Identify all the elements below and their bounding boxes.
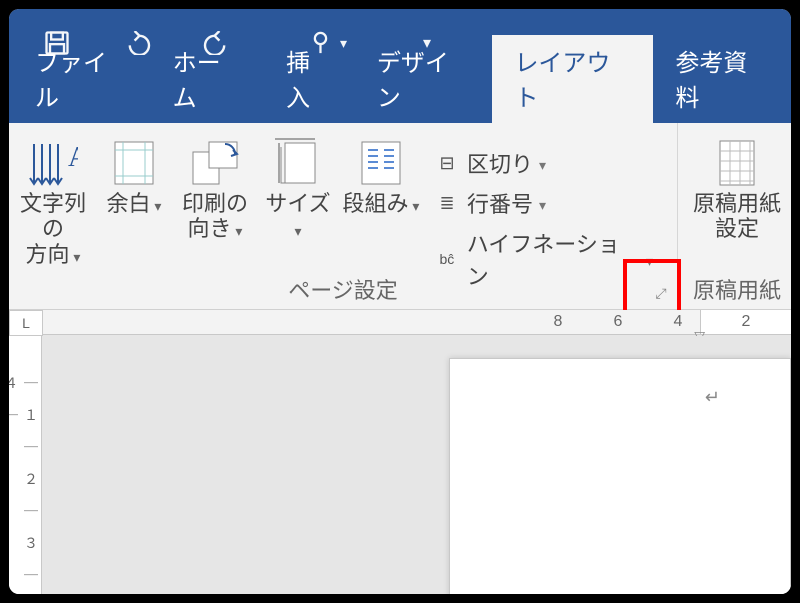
group-label-genkou: 原稿用紙: [678, 273, 791, 305]
columns-icon: [355, 137, 407, 189]
page-setup-dialog-launcher[interactable]: ⤢: [651, 283, 671, 303]
hyphenation-icon: bĉ: [433, 249, 461, 269]
breaks-icon: ⊟: [433, 153, 461, 173]
size-icon: [272, 137, 324, 189]
tab-layout[interactable]: レイアウト: [492, 35, 653, 123]
columns-button[interactable]: 段組み: [341, 137, 421, 291]
document-area: ｜１｜２｜３｜４｜ ↵: [9, 336, 791, 594]
orientation-icon: [189, 137, 241, 189]
tab-references[interactable]: 参考資料: [653, 35, 791, 123]
genkou-icon: [711, 137, 763, 189]
vertical-ruler[interactable]: ｜１｜２｜３｜４｜: [9, 336, 42, 594]
qat-customize-icon[interactable]: ▾: [407, 23, 447, 63]
margins-icon: [108, 137, 160, 189]
text-direction-button[interactable]: A 文字列の方向: [13, 137, 93, 291]
ribbon-tabs: ファイル ホーム 挿入 デザイン レイアウト 参考資料: [9, 77, 791, 123]
undo-icon[interactable]: [117, 23, 157, 63]
ruler-corner-row: L 8 6 4 2 2 ▽: [9, 310, 791, 336]
orientation-button[interactable]: 印刷の向き: [175, 137, 255, 291]
ribbon: A 文字列の方向 余白: [9, 123, 791, 310]
page[interactable]: ↵: [449, 358, 791, 594]
line-numbers-icon: ≣: [433, 193, 461, 213]
text-direction-icon: A: [27, 137, 79, 189]
margins-button[interactable]: 余白: [99, 137, 169, 291]
size-button[interactable]: サイズ: [261, 137, 335, 291]
ruler-corner: L: [9, 310, 43, 336]
horizontal-ruler[interactable]: 8 6 4 2 2 ▽: [43, 310, 791, 335]
group-page-setup: A 文字列の方向 余白: [9, 123, 678, 309]
save-icon[interactable]: [37, 23, 77, 63]
line-numbers-button[interactable]: ≣ 行番号: [433, 187, 653, 219]
breaks-button[interactable]: ⊟ 区切り: [433, 147, 653, 179]
genkou-settings-button[interactable]: 原稿用紙設定: [682, 137, 791, 242]
group-label-page-setup: ページ設定: [9, 273, 677, 305]
group-genkou: 原稿用紙設定 原稿用紙: [678, 123, 791, 309]
svg-text:A: A: [68, 142, 78, 173]
redo-icon[interactable]: [197, 23, 237, 63]
touch-mode-icon[interactable]: ▾: [307, 23, 347, 63]
document-canvas[interactable]: ↵: [42, 336, 791, 594]
paragraph-mark-icon: ↵: [705, 387, 720, 408]
